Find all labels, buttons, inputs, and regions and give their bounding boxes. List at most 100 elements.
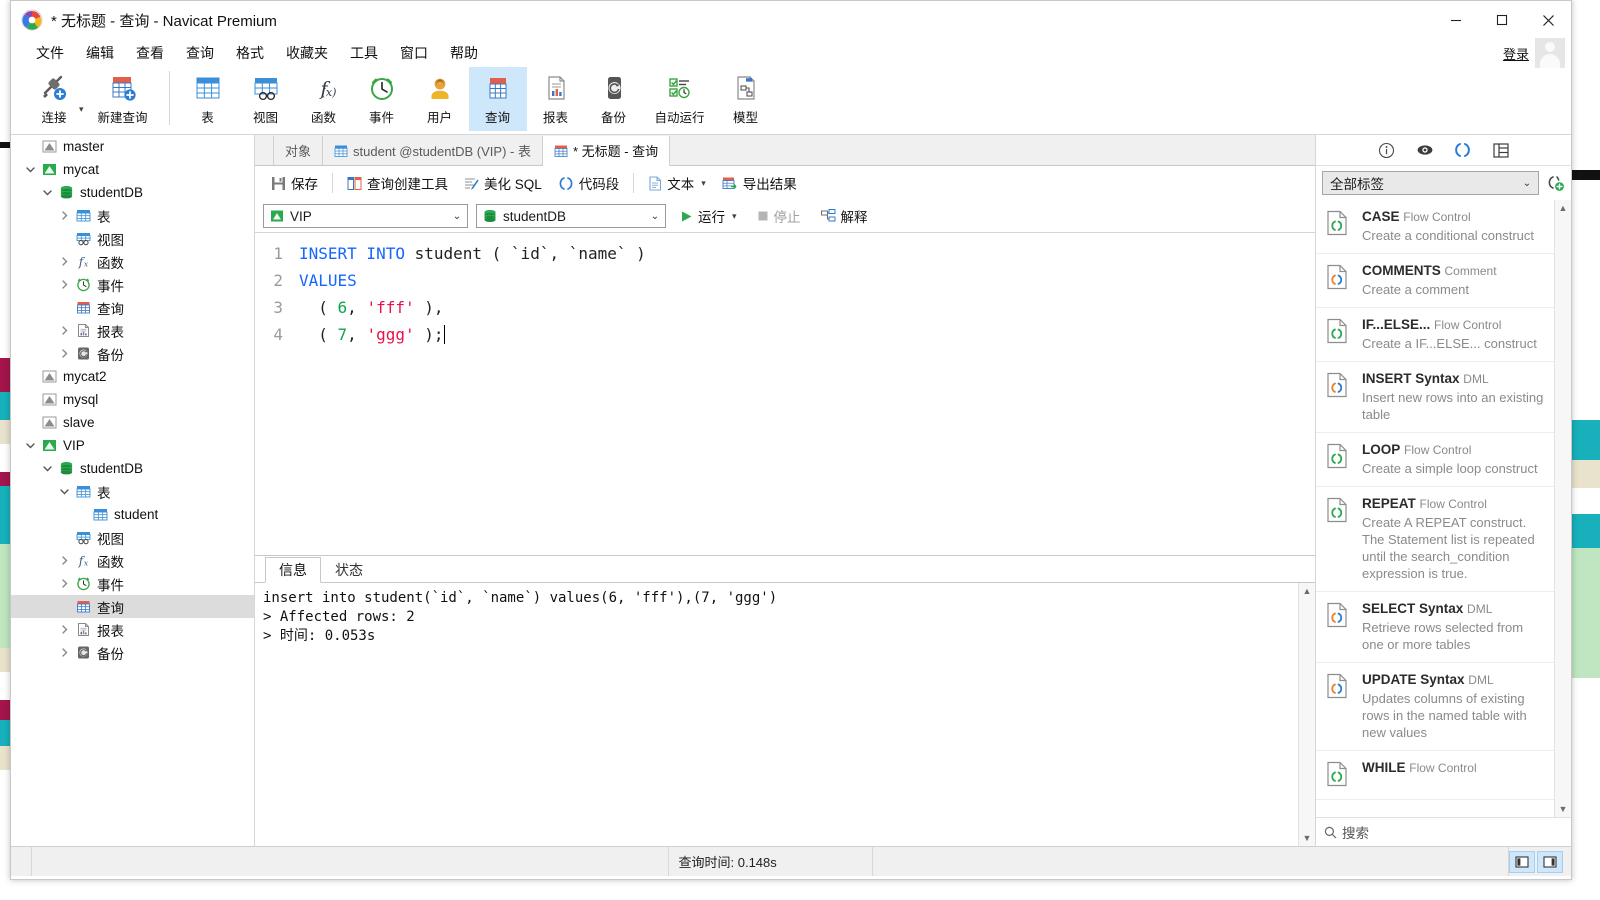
tree-item-mycat2[interactable]: mycat2 (11, 365, 254, 388)
eye-icon[interactable] (1415, 140, 1435, 160)
menu-file[interactable]: 文件 (25, 40, 75, 66)
menu-view[interactable]: 查看 (125, 40, 175, 66)
snippet-item[interactable]: LOOP Flow Control Create a simple loop co… (1316, 433, 1554, 487)
snippet-item[interactable]: IF...ELSE... Flow Control Create a IF...E… (1316, 308, 1554, 362)
tree-item-表[interactable]: 表 (11, 480, 254, 503)
menu-favorites[interactable]: 收藏夹 (275, 40, 339, 66)
toolbar-function[interactable]: f (x) 函数 (295, 67, 353, 131)
snippet-scroll-up-icon[interactable]: ▲ (1555, 200, 1571, 216)
tree-item-表[interactable]: 表 (11, 204, 254, 227)
chevron-down-icon[interactable] (38, 463, 56, 474)
menu-edit[interactable]: 编辑 (75, 40, 125, 66)
snippet-item[interactable]: CASE Flow Control Create a conditional co… (1316, 200, 1554, 254)
chevron-down-icon-db[interactable]: ⌄ (645, 211, 665, 222)
text-dropdown-caret[interactable]: ▾ (701, 178, 706, 189)
chevron-down-icon[interactable] (55, 486, 73, 497)
query-builder-button[interactable]: 查询创建工具 (339, 170, 456, 196)
menu-query[interactable]: 查询 (175, 40, 225, 66)
tree-item-函数[interactable]: f x 函数 (11, 250, 254, 273)
tree-item-master[interactable]: master (11, 135, 254, 158)
chevron-right-icon[interactable] (55, 210, 73, 221)
chevron-right-icon[interactable] (55, 348, 73, 359)
tree-item-事件[interactable]: 事件 (11, 572, 254, 595)
chevron-down-icon[interactable] (38, 187, 56, 198)
explain-button[interactable]: 解释 (815, 203, 874, 229)
close-button[interactable] (1525, 1, 1571, 39)
connection-tree-sidebar[interactable]: master mycat studentDB 表视图 f x 函数 事件 查询 报表 备份 mycat… (11, 135, 255, 846)
info-icon[interactable] (1377, 140, 1397, 160)
tree-item-查询[interactable]: 查询 (11, 595, 254, 618)
tree-item-备份[interactable]: 备份 (11, 641, 254, 664)
toolbar-model[interactable]: 模型 (717, 67, 775, 131)
snippet-list-area[interactable]: CASE Flow Control Create a conditional co… (1316, 200, 1571, 817)
toolbar-automation[interactable]: 自动运行 (643, 67, 717, 131)
tree-item-studentdb[interactable]: studentDB (11, 181, 254, 204)
database-select[interactable]: studentDB ⌄ (476, 204, 666, 228)
run-button[interactable]: 运行 ▾ (674, 203, 743, 229)
tab-status[interactable]: 状态 (321, 557, 377, 582)
sql-editor[interactable]: 1 2 3 4 INSERT INTO student ( `id`, `name` … (255, 233, 1315, 555)
chevron-down-icon[interactable] (21, 440, 39, 451)
avatar[interactable] (1535, 38, 1565, 68)
beautify-sql-button[interactable]: 美化 SQL (456, 170, 550, 196)
right-panel-toggle-button[interactable] (1537, 850, 1563, 873)
run-dropdown-caret[interactable]: ▾ (732, 211, 737, 222)
tree-item-studentdb[interactable]: studentDB (11, 457, 254, 480)
tree-item-报表[interactable]: 报表 (11, 319, 254, 342)
results-scrollbar[interactable]: ▲ ▼ (1298, 583, 1315, 846)
code-snippet-icon[interactable] (1453, 140, 1473, 160)
toolbar-new-query[interactable]: 新建查询 (86, 67, 160, 131)
menu-help[interactable]: 帮助 (439, 40, 489, 66)
stop-button[interactable]: 停止 (751, 203, 807, 229)
add-snippet-icon[interactable] (1545, 173, 1565, 193)
chevron-down-icon[interactable]: ⌄ (447, 211, 467, 222)
snippet-item[interactable]: REPEAT Flow Control Create A REPEAT const… (1316, 487, 1554, 592)
code-snippet-button[interactable]: 代码段 (550, 170, 628, 196)
connection-select[interactable]: VIP ⌄ (263, 204, 468, 228)
sql-editor-area[interactable]: 1 2 3 4 INSERT INTO student ( `id`, `name` … (255, 232, 1315, 555)
chevron-right-icon[interactable] (55, 624, 73, 635)
tree-item-视图[interactable]: 视图 (11, 227, 254, 250)
scroll-up-icon[interactable]: ▲ (1299, 583, 1315, 599)
toolbar-user[interactable]: 用户 (411, 67, 469, 131)
toolbar-table[interactable]: 表 (179, 67, 237, 131)
tag-filter-select[interactable]: 全部标签 ⌄ (1322, 171, 1539, 195)
tree-item-查询[interactable]: 查询 (11, 296, 254, 319)
chevron-right-icon[interactable] (55, 256, 73, 267)
menu-format[interactable]: 格式 (225, 40, 275, 66)
snippet-item[interactable]: SELECT Syntax DML Retrieve rows selected … (1316, 592, 1554, 663)
snippet-scrollbar[interactable]: ▲ ▼ (1554, 200, 1571, 817)
snippet-item[interactable]: INSERT Syntax DML Insert new rows into an… (1316, 362, 1554, 433)
tab-untitled-query[interactable]: * 无标题 - 查询 (542, 136, 671, 166)
maximize-button[interactable] (1479, 1, 1525, 39)
login-link[interactable]: 登录 (1503, 44, 1529, 63)
structure-icon[interactable] (1491, 140, 1511, 160)
chevron-right-icon[interactable] (55, 325, 73, 336)
snippet-scroll-down-icon[interactable]: ▼ (1555, 801, 1571, 817)
tab-info[interactable]: 信息 (265, 557, 321, 583)
tree-item-student[interactable]: student (11, 503, 254, 526)
toolbar-backup[interactable]: 备份 (585, 67, 643, 131)
connect-dropdown-caret[interactable]: ▾ (79, 86, 84, 115)
chevron-right-icon[interactable] (55, 555, 73, 566)
menu-window[interactable]: 窗口 (389, 40, 439, 66)
save-button[interactable]: 保存 (263, 170, 326, 196)
toolbar-view[interactable]: 视图 (237, 67, 295, 131)
tree-item-mycat[interactable]: mycat (11, 158, 254, 181)
snippet-item[interactable]: WHILE Flow Control (1316, 751, 1554, 800)
text-button[interactable]: 文本 ▾ (640, 170, 714, 196)
tab-objects[interactable]: 对象 (273, 136, 324, 165)
chevron-right-icon[interactable] (55, 279, 73, 290)
toolbar-report[interactable]: 报表 (527, 67, 585, 131)
chevron-right-icon[interactable] (55, 578, 73, 589)
scroll-down-icon[interactable]: ▼ (1299, 830, 1315, 846)
tree-item-slave[interactable]: slave (11, 411, 254, 434)
toolbar-event[interactable]: 事件 (353, 67, 411, 131)
tree-item-备份[interactable]: 备份 (11, 342, 254, 365)
snippet-search-row[interactable]: 搜索 (1316, 817, 1571, 846)
minimize-button[interactable] (1433, 1, 1479, 39)
toolbar-query[interactable]: 查询 (468, 67, 527, 131)
export-result-button[interactable]: 导出结果 (714, 170, 805, 196)
left-panel-toggle-button[interactable] (1509, 850, 1535, 873)
tree-item-报表[interactable]: 报表 (11, 618, 254, 641)
